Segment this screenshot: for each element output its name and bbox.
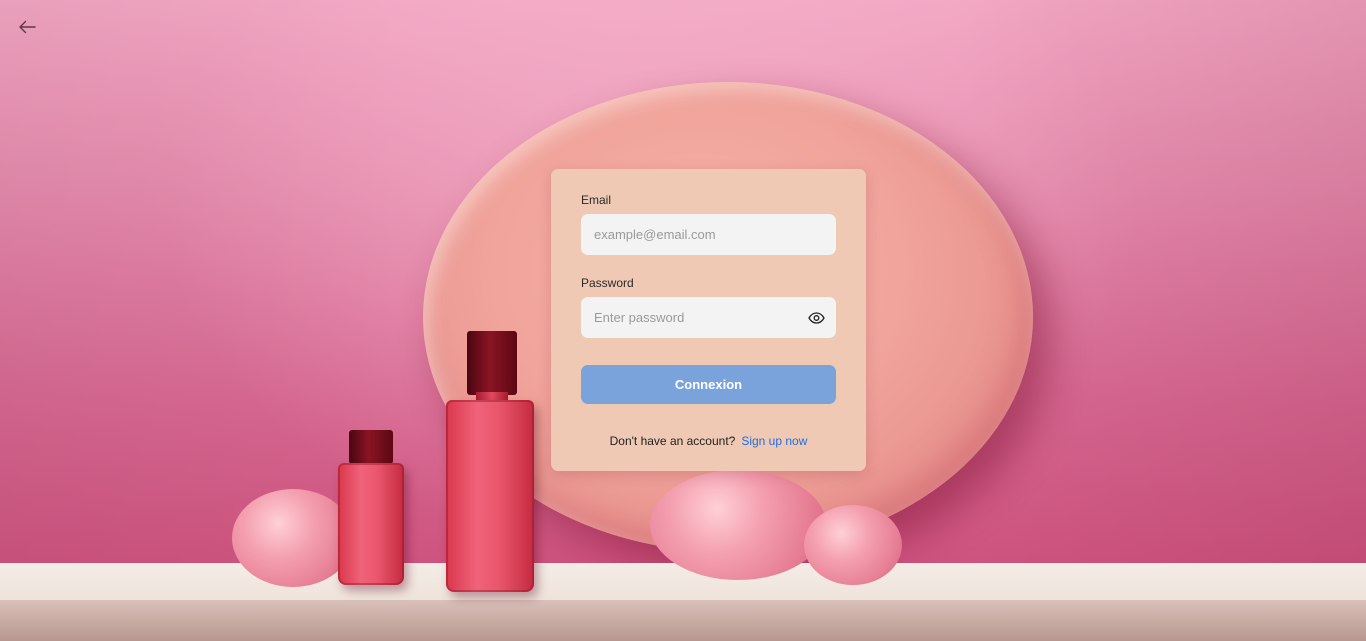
- email-label: Email: [581, 193, 612, 207]
- signup-link[interactable]: Sign up now: [741, 434, 807, 448]
- email-field-container: [581, 214, 836, 255]
- small-bottle-cap: [349, 430, 393, 464]
- password-label: Password: [581, 276, 634, 290]
- decorative-sphere-center: [650, 470, 826, 580]
- eye-icon: [807, 312, 825, 324]
- back-button[interactable]: [14, 14, 40, 40]
- small-perfume-bottle: [338, 463, 404, 585]
- decorative-sphere-right: [804, 505, 902, 585]
- signup-prompt: Don't have an account?: [609, 434, 736, 448]
- password-input[interactable]: [581, 297, 836, 338]
- login-button[interactable]: Connexion: [581, 365, 836, 404]
- signup-row: Don't have an account? Sign up now: [581, 434, 836, 448]
- password-visibility-toggle[interactable]: [806, 308, 826, 328]
- email-input[interactable]: [581, 214, 836, 255]
- arrow-left-icon: [19, 20, 36, 34]
- login-card: Email Password Connexion Don't have an a…: [551, 169, 866, 471]
- password-field-container: [581, 297, 836, 338]
- large-perfume-bottle: [446, 400, 534, 592]
- background-shelf-edge: [0, 600, 1366, 641]
- login-page: Email Password Connexion Don't have an a…: [0, 0, 1366, 641]
- large-bottle-cap: [467, 331, 517, 395]
- decorative-sphere-left: [232, 489, 354, 587]
